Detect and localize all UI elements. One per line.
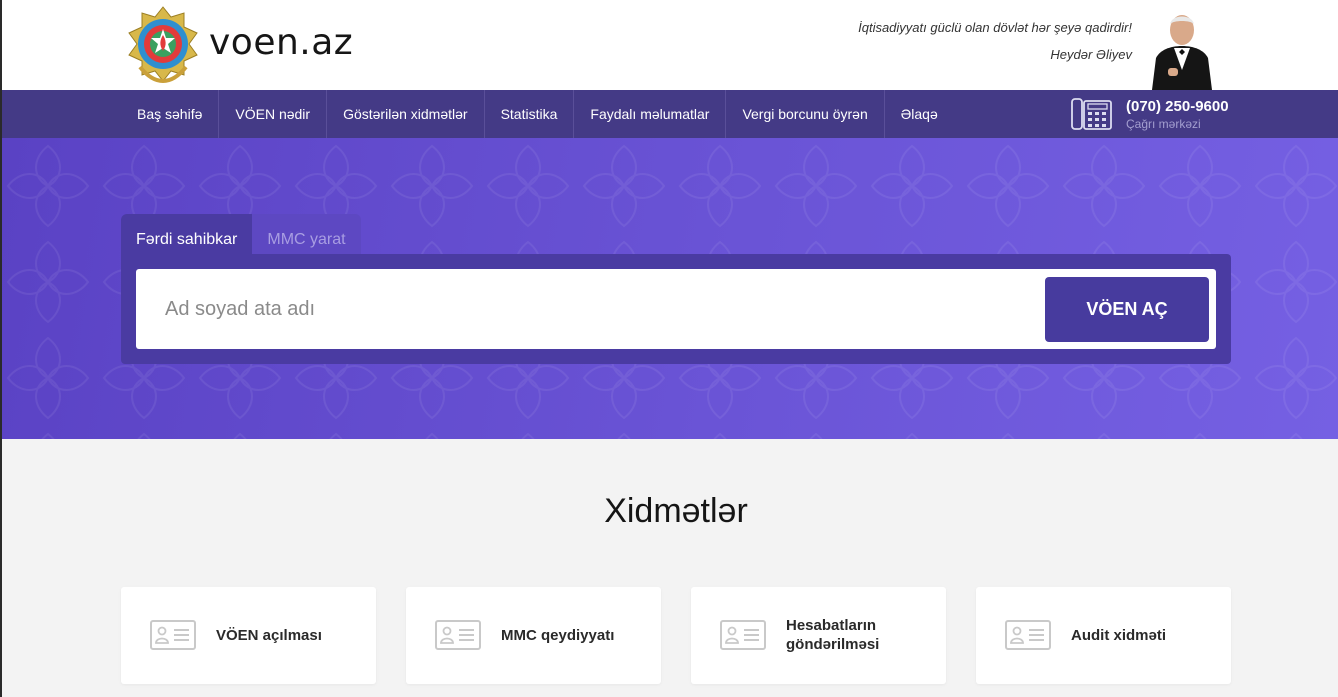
service-card-label: VÖEN açılması bbox=[216, 627, 322, 644]
coat-of-arms-logo[interactable] bbox=[126, 5, 200, 85]
hero-section: Fərdi sahibkar MMC yarat VÖEN AÇ bbox=[0, 138, 1338, 439]
registration-tabs: Fərdi sahibkar MMC yarat bbox=[121, 214, 361, 254]
site-header: voen.az İqtisadiyyatı güclü olan dövlət … bbox=[0, 0, 1338, 90]
service-card-label: Hesabatların göndərilməsi bbox=[786, 617, 880, 653]
service-card-llc-registration[interactable]: MMC qeydiyyatı bbox=[406, 587, 661, 684]
nav-item-contact[interactable]: Əlaqə bbox=[885, 90, 954, 138]
search-panel: VÖEN AÇ bbox=[121, 254, 1231, 364]
nav-item-home[interactable]: Baş səhifə bbox=[121, 90, 220, 138]
id-card-icon bbox=[435, 620, 481, 650]
quote-author: Heydər Əliyev bbox=[1050, 47, 1132, 62]
service-card-audit[interactable]: Audit xidməti bbox=[976, 587, 1231, 684]
tab-individual-entrepreneur[interactable]: Fərdi sahibkar bbox=[121, 214, 253, 254]
call-center-label: Çağrı mərkəzi bbox=[1126, 117, 1201, 131]
id-card-icon bbox=[720, 620, 766, 650]
telephone-icon bbox=[1071, 98, 1112, 130]
nav-item-statistics[interactable]: Statistika bbox=[485, 90, 575, 138]
window-edge bbox=[0, 0, 2, 697]
id-card-icon bbox=[150, 620, 196, 650]
site-brand-title[interactable]: voen.az bbox=[209, 22, 353, 63]
nav-item-what-is-voen[interactable]: VÖEN nədir bbox=[219, 90, 328, 138]
service-card-report-submission[interactable]: Hesabatların göndərilməsi bbox=[691, 587, 946, 684]
id-card-icon bbox=[1005, 620, 1051, 650]
service-card-label: Audit xidməti bbox=[1071, 627, 1167, 644]
nav-item-useful-info[interactable]: Faydalı məlumatlar bbox=[574, 90, 727, 138]
nav-menu: Baş səhifə VÖEN nədir Göstərilən xidmətl… bbox=[121, 90, 954, 138]
services-title: Xidmətlər bbox=[604, 492, 748, 530]
main-navbar: Baş səhifə VÖEN nədir Göstərilən xidmətl… bbox=[0, 90, 1338, 138]
tab-create-llc[interactable]: MMC yarat bbox=[252, 214, 361, 254]
nav-item-tax-debt[interactable]: Vergi borcunu öyrən bbox=[726, 90, 885, 138]
header-quote: İqtisadiyyatı güclü olan dövlət hər şeyə… bbox=[858, 20, 1132, 35]
service-card-voen-opening[interactable]: VÖEN açılması bbox=[121, 587, 376, 684]
nav-item-services[interactable]: Göstərilən xidmətlər bbox=[327, 90, 485, 138]
service-card-label: MMC qeydiyyatı bbox=[501, 627, 615, 644]
open-voen-button[interactable]: VÖEN AÇ bbox=[1045, 277, 1209, 342]
call-center-phone[interactable]: (070) 250-9600 bbox=[1126, 98, 1229, 115]
heydar-aliyev-portrait bbox=[1146, 8, 1218, 90]
